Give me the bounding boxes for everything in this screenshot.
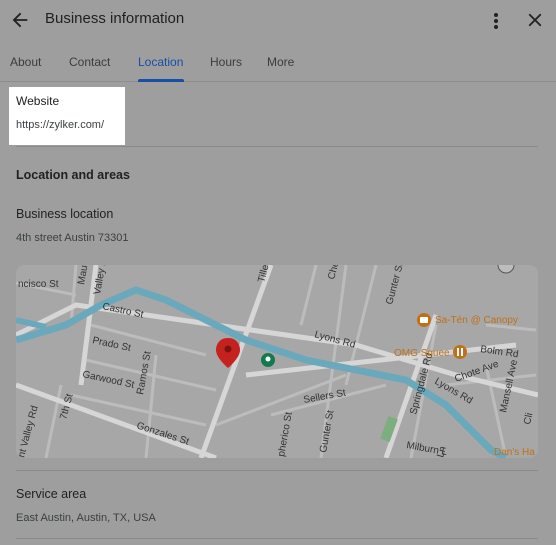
tab-contact[interactable]: Contact (69, 55, 110, 69)
street-label: Gunter St (384, 265, 406, 306)
service-area-value: East Austin, Austin, TX, USA (16, 512, 156, 524)
street-label: Cli (522, 412, 535, 426)
divider (16, 538, 538, 539)
street-label: Castro St (101, 301, 144, 320)
map-corner-control[interactable] (497, 265, 515, 274)
street-label: Che (326, 265, 341, 281)
location-map[interactable]: ncisco St Maud Valley Rd Castro St Prado… (16, 265, 538, 458)
website-label: Website (16, 94, 60, 108)
place-omg-squee[interactable]: OMG Squee (394, 345, 467, 359)
business-location-value: 4th street Austin 73301 (16, 232, 129, 244)
street-label: Garwood St (81, 369, 135, 391)
street-label: Prado St (91, 335, 132, 354)
business-location-label: Business location (16, 207, 114, 221)
divider (16, 146, 538, 147)
website-url[interactable]: https://zylker.com/ (16, 119, 104, 131)
street-label: ncisco St (18, 279, 59, 290)
close-icon[interactable] (524, 9, 546, 31)
more-vert-icon[interactable] (486, 10, 506, 32)
place-label: Sa-Tén @ Canopy (435, 315, 518, 326)
place-label: Dan's Ha (494, 447, 535, 458)
street-label: Ramos St (135, 350, 153, 395)
location-section-heading: Location and areas (16, 168, 130, 182)
tab-hours[interactable]: Hours (210, 55, 242, 69)
street-label: Maud (76, 265, 91, 286)
page-title: Business information (45, 10, 185, 27)
service-area-label: Service area (16, 487, 87, 501)
street-label: nt Valley Rd (16, 405, 40, 458)
top-bar: Business information (0, 0, 556, 42)
street-label: pherico St (276, 411, 295, 457)
tab-about[interactable]: About (10, 55, 41, 69)
divider (16, 470, 538, 471)
back-arrow-icon[interactable] (9, 9, 31, 31)
active-tab-indicator (138, 79, 184, 82)
green-place-pin-icon[interactable] (261, 353, 275, 367)
map-canvas: ncisco St Maud Valley Rd Castro St Prado… (16, 265, 538, 458)
place-label: OMG Squee (394, 348, 450, 359)
place-dans[interactable]: Dan's Ha (494, 447, 535, 458)
tab-more[interactable]: More (267, 55, 294, 69)
tab-bar: About Contact Location Hours More (0, 42, 556, 82)
street-label: Gunter St (318, 409, 336, 453)
tab-location[interactable]: Location (138, 55, 183, 69)
street-label: Tille (256, 265, 271, 284)
